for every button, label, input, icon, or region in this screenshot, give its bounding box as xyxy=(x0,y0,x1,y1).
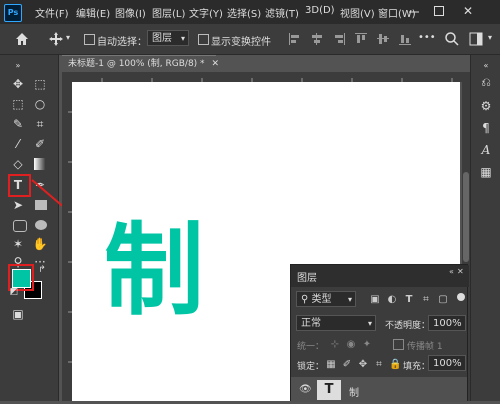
unify-visibility-icon[interactable]: ◉ xyxy=(345,339,357,351)
document-tab[interactable]: 未标题-1 @ 100% (制, RGB/8) * ✕ xyxy=(62,55,219,72)
filter-kind-dropdown[interactable]: ⚲ 类型 ▾ xyxy=(296,291,356,307)
propagate-checkbox[interactable] xyxy=(393,339,404,350)
character-icon[interactable]: A xyxy=(477,141,495,159)
ruler-horizontal xyxy=(62,72,462,82)
unify-label: 统一： xyxy=(297,342,325,352)
unify-position-icon[interactable]: ⊹ xyxy=(329,339,341,351)
filter-toggle-icon[interactable] xyxy=(457,293,465,301)
close-icon[interactable]: ✕ xyxy=(457,267,464,276)
lock-transparent-icon[interactable]: ▦ xyxy=(325,359,337,371)
fill-value: 100% xyxy=(433,358,462,369)
panel-dock: « ⎌ ⚙ ¶ A ▦ xyxy=(470,55,500,401)
opacity-input[interactable]: 100% xyxy=(428,315,466,331)
scroll-thumb[interactable] xyxy=(463,172,469,262)
filter-pixel-icon[interactable]: ▣ xyxy=(369,294,381,306)
layer-name[interactable]: 制 xyxy=(349,384,359,399)
filter-type-icon[interactable]: T xyxy=(403,294,415,306)
chevron-down-icon: ▾ xyxy=(347,295,352,304)
layers-panel: 图层 « ✕ ⚲ 类型 ▾ ▣ ◐ T ⌗ ▢ 正常 ▾ 不透明度： 100% … xyxy=(290,264,469,402)
text-layer-thumbnail-icon: T xyxy=(317,380,341,400)
lock-label: 锁定： xyxy=(297,362,325,372)
lock-all-icon[interactable]: 🔒 xyxy=(389,359,401,371)
layer-row[interactable]: 👁 T 制 xyxy=(291,377,467,402)
layers-panel-header: 图层 « ✕ xyxy=(291,265,469,287)
collapse-icon[interactable]: « xyxy=(449,267,454,276)
chevron-down-icon: ▾ xyxy=(367,319,372,328)
canvas-text-layer[interactable]: 制 xyxy=(104,220,204,320)
lock-artboard-icon[interactable]: ⌗ xyxy=(373,359,385,371)
unify-row: 统一： ⊹ ◉ ✦ 传播帧 1 xyxy=(291,337,467,353)
opacity-label: 不透明度： xyxy=(385,321,431,331)
paragraph-icon[interactable]: ¶ xyxy=(477,119,495,137)
layer-filter-row: ⚲ 类型 ▾ ▣ ◐ T ⌗ ▢ xyxy=(291,291,467,309)
adjustments-icon[interactable]: ⚙ xyxy=(477,97,495,115)
layers-tab[interactable]: 图层 xyxy=(297,269,317,284)
filter-shape-icon[interactable]: ⌗ xyxy=(420,294,432,306)
fill-input[interactable]: 100% xyxy=(428,355,466,371)
fill-label: 填充： xyxy=(403,362,431,372)
filter-adjustment-icon[interactable]: ◐ xyxy=(386,294,398,306)
close-tab-icon[interactable]: ✕ xyxy=(211,59,219,69)
lock-image-icon[interactable]: ✐ xyxy=(341,359,353,371)
ruler-vertical xyxy=(62,72,72,401)
unify-style-icon[interactable]: ✦ xyxy=(361,339,373,351)
document-title: 未标题-1 @ 100% (制, RGB/8) * xyxy=(68,59,205,69)
blend-mode-dropdown[interactable]: 正常 ▾ xyxy=(296,315,376,331)
opacity-value: 100% xyxy=(433,318,462,329)
filter-kind-value: 类型 xyxy=(311,294,332,305)
lock-fill-row: 锁定： ▦ ✐ ✥ ⌗ 🔒 填充： 100% xyxy=(291,355,467,373)
propagate-label: 传播帧 1 xyxy=(407,342,443,352)
filter-smart-object-icon[interactable]: ▢ xyxy=(437,294,449,306)
visibility-eye-icon[interactable]: 👁 xyxy=(299,384,312,395)
blend-opacity-row: 正常 ▾ 不透明度： 100% xyxy=(291,315,467,333)
lock-position-icon[interactable]: ✥ xyxy=(357,359,369,371)
grid-icon[interactable]: ▦ xyxy=(477,163,495,181)
search-icon: ⚲ xyxy=(301,294,312,305)
blend-mode-value: 正常 xyxy=(301,318,321,329)
history-icon[interactable]: ⎌ xyxy=(477,73,495,91)
